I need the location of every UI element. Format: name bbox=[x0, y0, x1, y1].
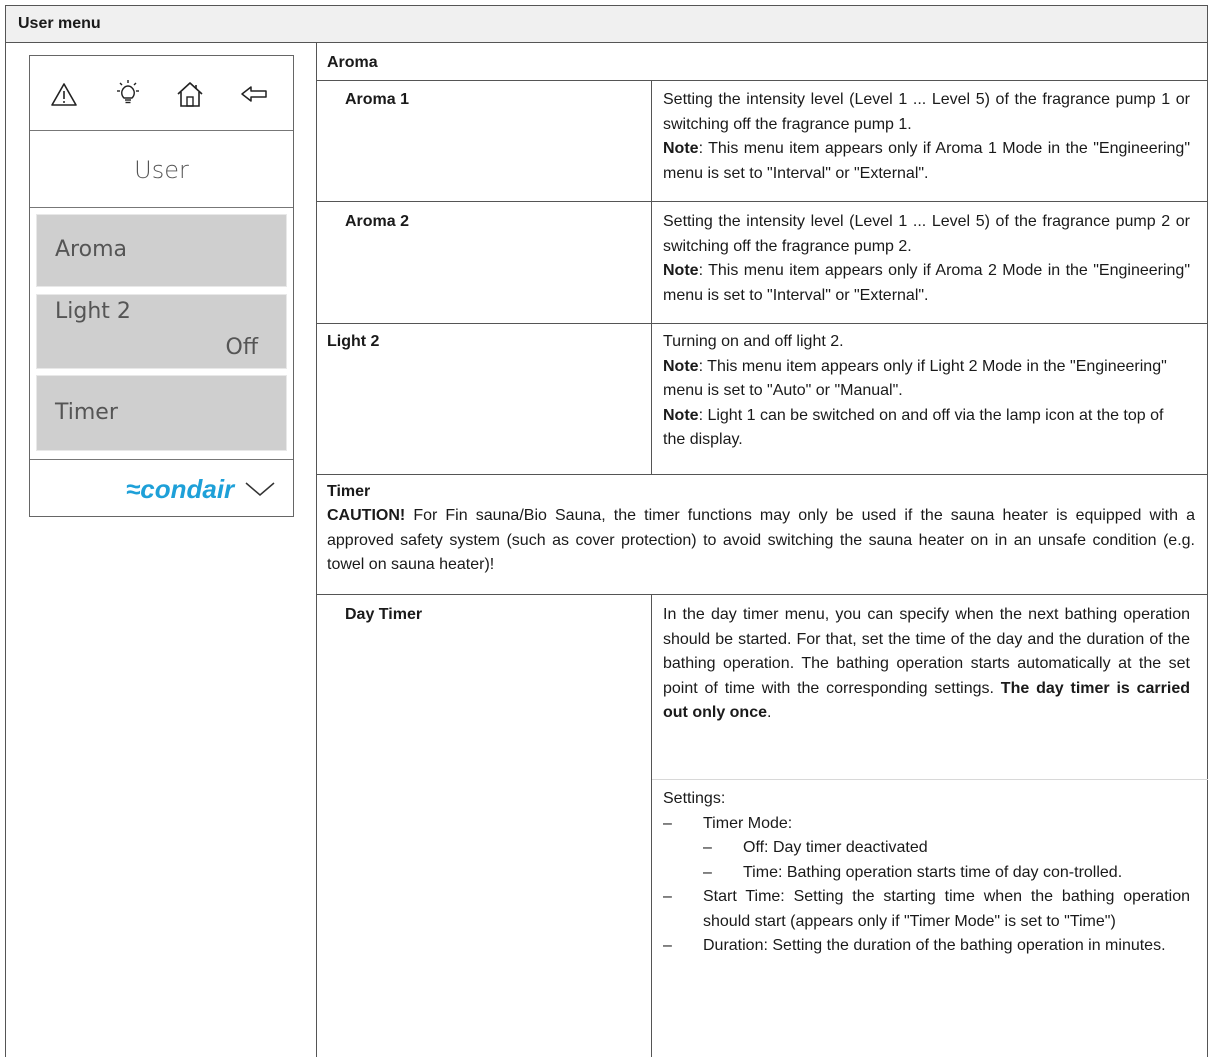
item-desc-aroma-2: Setting the intensity level (Level 1 ...… bbox=[663, 210, 1190, 308]
desc-text: Setting the intensity level (Level 1 ...… bbox=[663, 91, 1190, 133]
note-text: : This menu item appears only if Light 2… bbox=[663, 357, 1167, 400]
row-divider bbox=[316, 323, 1208, 324]
row-divider bbox=[316, 80, 1208, 81]
device-menu-header: User bbox=[30, 132, 293, 208]
section-heading-timer: Timer bbox=[327, 483, 371, 500]
desc-text: Setting the intensity level (Level 1 ...… bbox=[663, 213, 1190, 255]
caution-label: CAUTION! bbox=[327, 507, 406, 524]
note-label: Note bbox=[663, 357, 699, 375]
table-title-bar: User menu bbox=[5, 5, 1208, 43]
device-button-light-2[interactable]: Light 2 Off bbox=[36, 294, 287, 369]
item-desc-day-timer: In the day timer menu, you can specify w… bbox=[663, 603, 1190, 726]
column-divider-left bbox=[316, 43, 317, 1057]
device-button-timer[interactable]: Timer bbox=[36, 375, 287, 451]
note-text: : Light 1 can be switched on and off via… bbox=[663, 406, 1164, 449]
item-name-light-2: Light 2 bbox=[327, 333, 380, 350]
settings-list: Timer Mode: Off: Day timer deactivated T… bbox=[663, 812, 1190, 959]
row-divider bbox=[316, 474, 1208, 475]
column-divider-mid-2 bbox=[651, 594, 652, 1057]
note-text: : This menu item appears only if Aroma 2… bbox=[663, 262, 1190, 304]
desc-text: In the day timer menu, you can specify w… bbox=[663, 603, 1190, 726]
row-divider bbox=[316, 594, 1208, 595]
desc-text: Turning on and off light 2. bbox=[663, 333, 844, 350]
column-divider-mid-1 bbox=[651, 80, 652, 474]
list-item-text: Timer Mode: bbox=[703, 814, 793, 832]
note-label: Note bbox=[663, 406, 699, 424]
condair-logo: ≈condair bbox=[126, 474, 235, 504]
caution-text: For Fin sauna/Bio Sauna, the timer funct… bbox=[327, 507, 1195, 573]
device-screen-mockup: User Aroma Light 2 Off Timer ≈condair bbox=[29, 55, 294, 517]
chevron-down-icon[interactable] bbox=[243, 478, 277, 500]
desc-note: Note: This menu item appears only if Aro… bbox=[663, 137, 1190, 186]
device-button-aroma[interactable]: Aroma bbox=[36, 214, 287, 287]
device-button-label: Light 2 bbox=[55, 299, 131, 324]
item-name-day-timer: Day Timer bbox=[345, 606, 423, 623]
home-icon[interactable] bbox=[174, 78, 206, 110]
item-desc-aroma-1: Setting the intensity level (Level 1 ...… bbox=[663, 88, 1190, 186]
timer-caution: CAUTION! For Fin sauna/Bio Sauna, the ti… bbox=[327, 504, 1195, 578]
desc-note: Note: This menu item appears only if Lig… bbox=[663, 355, 1190, 404]
warning-icon[interactable] bbox=[48, 78, 80, 110]
list-item: Start Time: Setting the starting time wh… bbox=[663, 885, 1190, 934]
item-desc-light-2: Turning on and off light 2. Note: This m… bbox=[663, 330, 1190, 453]
note-label: Note bbox=[663, 140, 699, 157]
device-status-bar bbox=[30, 56, 293, 131]
sub-list: Off: Day timer deactivated Time: Bathing… bbox=[703, 836, 1190, 885]
list-item: Duration: Setting the duration of the ba… bbox=[663, 934, 1190, 959]
device-button-label: Timer bbox=[55, 400, 118, 425]
device-footer: ≈condair bbox=[30, 459, 293, 517]
device-button-value: Off bbox=[225, 335, 258, 360]
desc-end: . bbox=[767, 704, 772, 721]
list-item: Time: Bathing operation starts time of d… bbox=[703, 861, 1190, 886]
desc-note: Note: This menu item appears only if Aro… bbox=[663, 259, 1190, 308]
back-arrow-icon[interactable] bbox=[238, 78, 270, 110]
device-button-label: Aroma bbox=[55, 237, 127, 262]
day-timer-settings: Settings: Timer Mode: Off: Day timer dea… bbox=[663, 787, 1190, 959]
desc-note: Note: Light 1 can be switched on and off… bbox=[663, 404, 1190, 453]
table-title: User menu bbox=[18, 15, 101, 32]
section-heading-aroma: Aroma bbox=[327, 54, 378, 71]
settings-label: Settings: bbox=[663, 790, 726, 807]
list-item: Off: Day timer deactivated bbox=[703, 836, 1190, 861]
row-divider bbox=[316, 201, 1208, 202]
item-name-aroma-2: Aroma 2 bbox=[345, 213, 410, 230]
item-name-aroma-1: Aroma 1 bbox=[345, 91, 410, 108]
cell-separator bbox=[652, 779, 1208, 780]
lightbulb-icon[interactable] bbox=[112, 78, 144, 110]
list-item: Timer Mode: Off: Day timer deactivated T… bbox=[663, 812, 1190, 886]
note-label: Note bbox=[663, 262, 699, 279]
note-text: : This menu item appears only if Aroma 1… bbox=[663, 140, 1190, 182]
